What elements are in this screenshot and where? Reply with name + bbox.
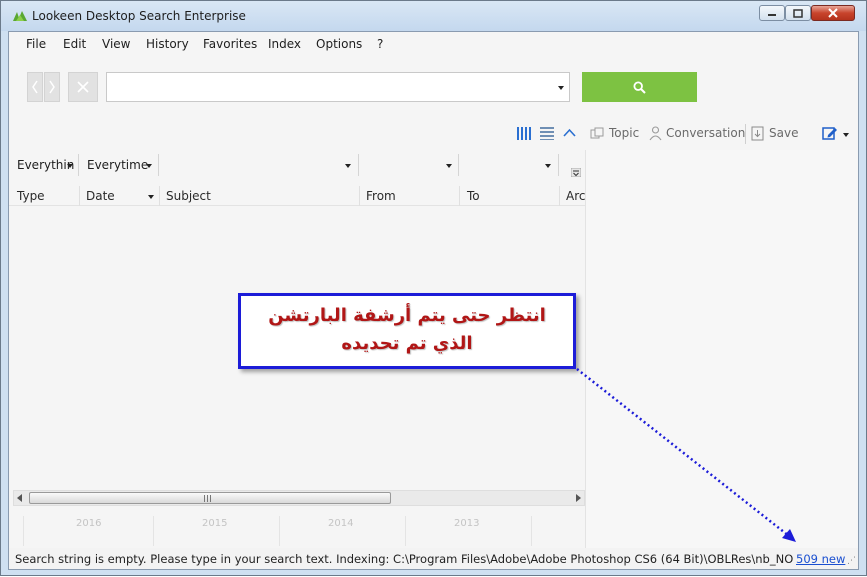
minimize-icon bbox=[768, 14, 776, 16]
new-items-link[interactable]: 509 new bbox=[796, 552, 845, 566]
edit-dropdown-chevron-icon[interactable] bbox=[843, 133, 849, 137]
column-divider[interactable] bbox=[459, 186, 460, 206]
timeline-year[interactable]: 2013 bbox=[454, 518, 479, 529]
filter-bar: Everythin Everytime bbox=[9, 154, 585, 177]
status-message: Search string is empty. Please type in y… bbox=[15, 552, 794, 566]
column-divider[interactable] bbox=[559, 186, 560, 206]
topic-icon bbox=[590, 127, 604, 139]
column-subject[interactable]: Subject bbox=[166, 189, 211, 203]
chevron-down-icon[interactable] bbox=[558, 86, 564, 90]
column-divider[interactable] bbox=[159, 186, 160, 206]
title-bar[interactable]: Lookeen Desktop Search Enterprise bbox=[1, 1, 866, 31]
grip-icon bbox=[204, 495, 211, 502]
sort-chevron-down-icon[interactable] bbox=[148, 195, 154, 199]
annotation-callout: انتظر حتى يتم أرشفة البارتشن الذي تم تحد… bbox=[238, 293, 576, 369]
chevron-right-icon bbox=[49, 80, 55, 94]
forward-button[interactable] bbox=[44, 72, 60, 102]
search-combobox[interactable] bbox=[106, 72, 570, 102]
timeline-tick bbox=[405, 516, 406, 546]
save-icon bbox=[751, 126, 764, 141]
column-to[interactable]: To bbox=[467, 189, 480, 203]
search-button[interactable] bbox=[582, 72, 697, 102]
close-icon bbox=[828, 8, 838, 18]
timeline-tick bbox=[531, 516, 532, 546]
menu-options[interactable]: Options bbox=[316, 37, 362, 51]
chevron-down-icon bbox=[345, 164, 351, 168]
save-button[interactable]: Save bbox=[769, 126, 798, 140]
column-archive[interactable]: Arc bbox=[566, 189, 585, 203]
from-filter[interactable] bbox=[359, 154, 459, 176]
menu-view[interactable]: View bbox=[102, 37, 130, 51]
edit-icon[interactable] bbox=[822, 126, 838, 140]
preview-pane[interactable] bbox=[585, 150, 858, 552]
time-filter-label: Everytime bbox=[87, 158, 149, 172]
back-button[interactable] bbox=[27, 72, 43, 102]
filter-toggle-icon[interactable] bbox=[571, 168, 581, 177]
annotation-text: انتظر حتى يتم أرشفة البارتشن الذي تم تحد… bbox=[268, 305, 546, 354]
subject-filter[interactable] bbox=[159, 154, 359, 176]
clear-search-button[interactable] bbox=[68, 72, 98, 102]
menu-bar: File Edit View History Favorites Index O… bbox=[9, 32, 858, 56]
timeline-bar[interactable]: 2016 2015 2014 2013 bbox=[23, 516, 585, 546]
scope-filter-label: Everythin bbox=[17, 158, 75, 172]
scroll-left-icon[interactable] bbox=[17, 494, 23, 502]
app-window: Lookeen Desktop Search Enterprise File E… bbox=[0, 0, 867, 576]
menu-file[interactable]: File bbox=[26, 37, 46, 51]
column-type[interactable]: Type bbox=[17, 189, 45, 203]
chevron-down-icon bbox=[146, 164, 152, 168]
minimize-button[interactable] bbox=[759, 5, 785, 21]
timeline-tick bbox=[153, 516, 154, 546]
person-icon bbox=[649, 126, 662, 141]
scrollbar-thumb[interactable] bbox=[29, 492, 391, 504]
chevron-down-icon bbox=[446, 164, 452, 168]
results-header: Type Date Subject From To Arc bbox=[9, 186, 585, 206]
timeline-tick bbox=[23, 516, 24, 546]
horizontal-scrollbar[interactable] bbox=[13, 490, 585, 506]
maximize-icon bbox=[793, 8, 803, 18]
menu-edit[interactable]: Edit bbox=[63, 37, 86, 51]
column-divider[interactable] bbox=[79, 186, 80, 206]
chevron-up-icon[interactable] bbox=[563, 128, 576, 137]
chevron-down-icon bbox=[67, 164, 73, 168]
app-logo-icon bbox=[13, 11, 27, 21]
close-icon bbox=[77, 81, 89, 93]
timeline-year[interactable]: 2016 bbox=[76, 518, 101, 529]
menu-index[interactable]: Index bbox=[268, 37, 301, 51]
chevron-down-icon bbox=[545, 164, 551, 168]
scope-filter[interactable]: Everythin bbox=[9, 154, 79, 176]
results-toolbar: Topic Conversation Save bbox=[9, 122, 858, 146]
column-from[interactable]: From bbox=[366, 189, 396, 203]
timeline-tick bbox=[279, 516, 280, 546]
close-button[interactable] bbox=[811, 5, 855, 21]
timeline-year[interactable]: 2014 bbox=[328, 518, 353, 529]
time-filter[interactable]: Everytime bbox=[79, 154, 159, 176]
column-view-icon[interactable] bbox=[517, 127, 531, 140]
chevron-left-icon bbox=[32, 80, 38, 94]
search-icon bbox=[633, 80, 646, 94]
column-divider[interactable] bbox=[359, 186, 360, 206]
list-view-icon[interactable] bbox=[540, 127, 554, 140]
status-bar: Search string is empty. Please type in y… bbox=[9, 548, 858, 569]
search-input[interactable] bbox=[111, 77, 541, 97]
window-title: Lookeen Desktop Search Enterprise bbox=[32, 9, 246, 23]
maximize-button[interactable] bbox=[785, 5, 811, 21]
topic-button[interactable]: Topic bbox=[609, 126, 639, 140]
menu-help[interactable]: ? bbox=[377, 37, 383, 51]
conversation-button[interactable]: Conversation bbox=[666, 126, 745, 140]
menu-favorites[interactable]: Favorites bbox=[203, 37, 257, 51]
timeline-year[interactable]: 2015 bbox=[202, 518, 227, 529]
resize-grip-icon[interactable]: ⋰ bbox=[847, 556, 857, 566]
menu-history[interactable]: History bbox=[146, 37, 189, 51]
column-date[interactable]: Date bbox=[86, 189, 115, 203]
toolbar-divider bbox=[745, 124, 746, 144]
to-filter[interactable] bbox=[459, 154, 559, 176]
scroll-right-icon[interactable] bbox=[575, 494, 581, 502]
